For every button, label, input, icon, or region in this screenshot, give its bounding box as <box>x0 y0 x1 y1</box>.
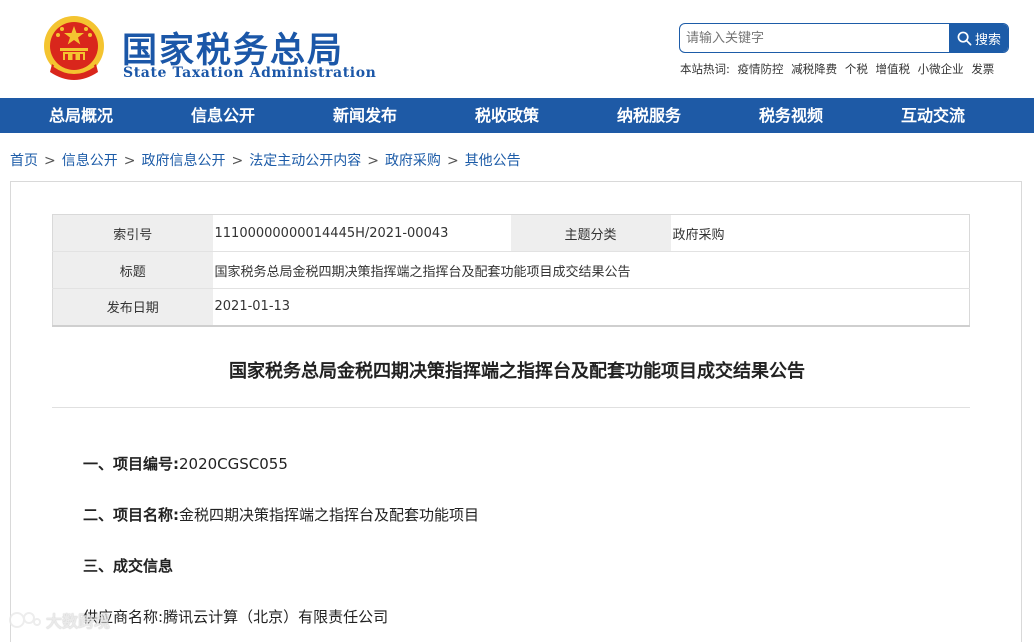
supplier-line: 供应商名称:腾讯云计算（北京）有限责任公司 <box>83 606 388 627</box>
nav-item-tax-policy[interactable]: 税收政策 <box>436 98 578 133</box>
breadcrumb-separator: > <box>44 153 56 169</box>
meta-category-value: 政府采购 <box>670 214 970 252</box>
meta-date-text: 2021-01-13 <box>214 299 291 315</box>
search-box: 搜索 <box>679 23 1009 53</box>
nav-item-tax-service[interactable]: 纳税服务 <box>578 98 720 133</box>
hot-keyword-link[interactable]: 减税降费 <box>791 62 837 76</box>
meta-index-text: 11100000000014445H/2021-00043 <box>214 225 449 241</box>
watermark-text: 大数跨境 <box>46 612 111 631</box>
breadcrumb-link[interactable]: 政府信息公开 <box>141 153 225 169</box>
site-logo-subtitle: State Taxation Administration <box>123 65 377 81</box>
section-project-number: 一、项目编号:2020CGSC055 <box>83 453 288 474</box>
meta-row: 索引号 11100000000014445H/2021-00043 主题分类 政… <box>52 214 970 252</box>
site-header: 国家税务总局 State Taxation Administration 搜索 … <box>0 0 1034 98</box>
breadcrumb-separator: > <box>446 153 459 169</box>
meta-index-label: 索引号 <box>52 214 213 252</box>
main-nav: 总局概况 信息公开 新闻发布 税收政策 纳税服务 税务视频 互动交流 <box>0 98 1034 133</box>
hot-keyword-link[interactable]: 小微企业 <box>918 62 964 76</box>
nav-item-overview[interactable]: 总局概况 <box>10 98 152 133</box>
section-deal-info: 三、成交信息 <box>83 555 173 576</box>
breadcrumb-link[interactable]: 信息公开 <box>62 153 118 169</box>
search-input[interactable] <box>680 24 949 52</box>
nav-item-interaction[interactable]: 互动交流 <box>862 98 1004 133</box>
breadcrumb-link[interactable]: 政府采购 <box>385 153 441 169</box>
meta-date-value: 2021-01-13 <box>212 288 970 326</box>
search-button[interactable]: 搜索 <box>949 24 1008 52</box>
watermark-logo-icon <box>9 612 41 628</box>
document-meta-table: 索引号 11100000000014445H/2021-00043 主题分类 政… <box>52 214 970 327</box>
national-emblem-icon[interactable] <box>38 12 110 84</box>
meta-title-value: 国家税务总局金税四期决策指挥端之指挥台及配套功能项目成交结果公告 <box>212 251 970 289</box>
breadcrumb: 首页 > 信息公开 > 政府信息公开 > 法定主动公开内容 > 政府采购 > 其他公告 <box>10 150 521 170</box>
hot-keyword-link[interactable]: 增值税 <box>876 62 911 76</box>
meta-row: 标题 国家税务总局金税四期决策指挥端之指挥台及配套功能项目成交结果公告 <box>52 251 970 289</box>
meta-date-label: 发布日期 <box>52 288 213 326</box>
breadcrumb-link[interactable]: 法定主动公开内容 <box>249 153 361 169</box>
section-text: 金税四期决策指挥端之指挥台及配套功能项目 <box>179 506 480 524</box>
watermark: 大数跨境 <box>8 608 110 632</box>
content-panel: 索引号 11100000000014445H/2021-00043 主题分类 政… <box>10 181 1022 642</box>
title-divider <box>52 407 970 408</box>
meta-title-text: 国家税务总局金税四期决策指挥端之指挥台及配套功能项目成交结果公告 <box>214 264 631 280</box>
hot-keywords-label: 本站热词: <box>680 62 730 76</box>
article-title: 国家税务总局金税四期决策指挥端之指挥台及配套功能项目成交结果公告 <box>229 361 805 382</box>
hot-keyword-link[interactable]: 发票 <box>971 62 994 76</box>
breadcrumb-link[interactable]: 其他公告 <box>465 153 521 169</box>
supplier-value: 腾讯云计算（北京）有限责任公司 <box>163 608 389 626</box>
meta-row: 发布日期 2021-01-13 <box>52 288 970 326</box>
hot-keywords: 本站热词: 疫情防控 减税降费 个税 增值税 小微企业 发票 <box>680 61 998 77</box>
nav-item-news[interactable]: 新闻发布 <box>294 98 436 133</box>
section-heading: 一、项目编号: <box>83 455 179 473</box>
breadcrumb-separator: > <box>123 153 136 169</box>
search-button-label: 搜索 <box>974 32 1001 48</box>
meta-category-label: 主题分类 <box>510 214 671 252</box>
section-text: 2020CGSC055 <box>179 455 288 473</box>
section-project-name: 二、项目名称:金税四期决策指挥端之指挥台及配套功能项目 <box>83 504 479 525</box>
hot-keyword-link[interactable]: 个税 <box>845 62 868 76</box>
nav-item-tax-video[interactable]: 税务视频 <box>720 98 862 133</box>
meta-title-label: 标题 <box>52 251 213 289</box>
search-icon <box>957 31 972 45</box>
meta-category-text: 政府采购 <box>672 227 725 243</box>
breadcrumb-separator: > <box>367 153 379 169</box>
section-heading: 三、成交信息 <box>83 557 174 575</box>
breadcrumb-link[interactable]: 首页 <box>10 153 38 169</box>
meta-index-value: 11100000000014445H/2021-00043 <box>212 214 511 252</box>
breadcrumb-separator: > <box>231 153 244 169</box>
hot-keyword-link[interactable]: 疫情防控 <box>738 62 784 76</box>
section-heading: 二、项目名称: <box>83 506 179 524</box>
nav-item-info-disclosure[interactable]: 信息公开 <box>152 98 294 133</box>
